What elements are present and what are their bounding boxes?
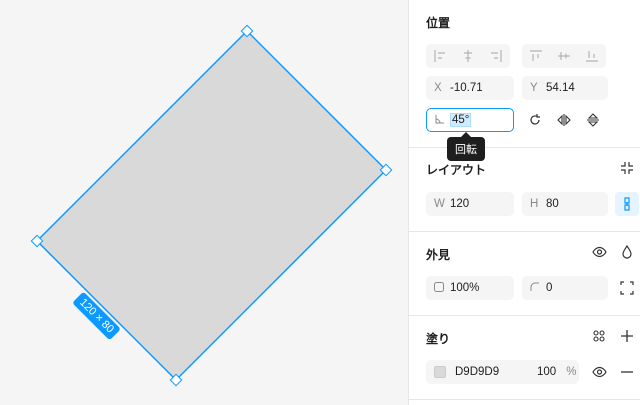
rotate-icon[interactable]: [523, 108, 547, 132]
x-value: -10.71: [450, 82, 483, 94]
canvas-drawing: [30, 24, 393, 387]
layout-title: レイアウト: [426, 163, 487, 177]
fill-visibility-icon[interactable]: [587, 360, 611, 384]
independent-corners-icon[interactable]: [615, 276, 639, 300]
rotation-field[interactable]: 45°: [426, 108, 514, 132]
canvas[interactable]: 120 × 80: [0, 0, 408, 405]
opacity-value: 100%: [450, 282, 480, 294]
h-value: 80: [546, 198, 559, 210]
rectangle-shape[interactable]: [35, 29, 388, 382]
constrain-proportions-icon[interactable]: [615, 192, 639, 216]
height-field[interactable]: H 80: [522, 192, 608, 216]
styles-grid-icon[interactable]: [587, 324, 611, 348]
align-right-icon[interactable]: [482, 44, 510, 68]
y-label: Y: [530, 82, 538, 94]
width-field[interactable]: W 120: [426, 192, 514, 216]
x-label: X: [434, 82, 442, 94]
rotation-value: 45°: [449, 113, 472, 127]
align-top-icon[interactable]: [522, 44, 550, 68]
eye-icon[interactable]: [587, 240, 611, 264]
opacity-field[interactable]: 100%: [426, 276, 514, 300]
properties-panel: 位置 X -10.71 Y 54.14 45° レイアウト W 120 H 80…: [408, 0, 640, 405]
fill-title: 塗り: [426, 332, 451, 346]
fill-hex[interactable]: D9D9D9: [455, 366, 537, 378]
flip-vertical-icon[interactable]: [581, 108, 605, 132]
x-field[interactable]: X -10.71: [426, 76, 514, 100]
y-value: 54.14: [546, 82, 575, 94]
appearance-section: 外見 100% 0: [409, 232, 640, 316]
horizontal-align-group: [426, 44, 510, 68]
align-bottom-icon[interactable]: [578, 44, 606, 68]
fill-swatch[interactable]: [434, 366, 446, 378]
fill-color-field[interactable]: D9D9D9 100 %: [426, 360, 579, 384]
angle-icon: [435, 114, 451, 127]
corner-radius-field[interactable]: 0: [522, 276, 608, 300]
position-section: 位置 X -10.71 Y 54.14 45°: [409, 0, 640, 148]
align-center-h-icon[interactable]: [454, 44, 482, 68]
opacity-icon: [434, 281, 450, 295]
fill-percent: %: [566, 366, 577, 378]
fill-opacity[interactable]: 100: [537, 366, 556, 378]
align-middle-v-icon[interactable]: [550, 44, 578, 68]
collapse-icon[interactable]: [615, 156, 639, 180]
h-label: H: [530, 198, 539, 210]
fill-section: 塗り D9D9D9 100 %: [409, 316, 640, 400]
appearance-title: 外見: [426, 248, 451, 262]
rotation-tooltip: 回転: [447, 132, 485, 161]
layout-section: レイアウト W 120 H 80: [409, 148, 640, 232]
add-fill-icon[interactable]: [615, 324, 639, 348]
y-field[interactable]: Y 54.14: [522, 76, 608, 100]
blend-mode-icon[interactable]: [615, 240, 639, 264]
w-value: 120: [450, 198, 470, 210]
remove-fill-icon[interactable]: [615, 360, 639, 384]
align-left-icon[interactable]: [426, 44, 454, 68]
flip-horizontal-icon[interactable]: [552, 108, 576, 132]
corner-radius-icon: [530, 282, 546, 295]
position-title: 位置: [426, 16, 451, 30]
w-label: W: [434, 198, 445, 210]
corner-radius-value: 0: [546, 282, 553, 294]
vertical-align-group: [522, 44, 606, 68]
